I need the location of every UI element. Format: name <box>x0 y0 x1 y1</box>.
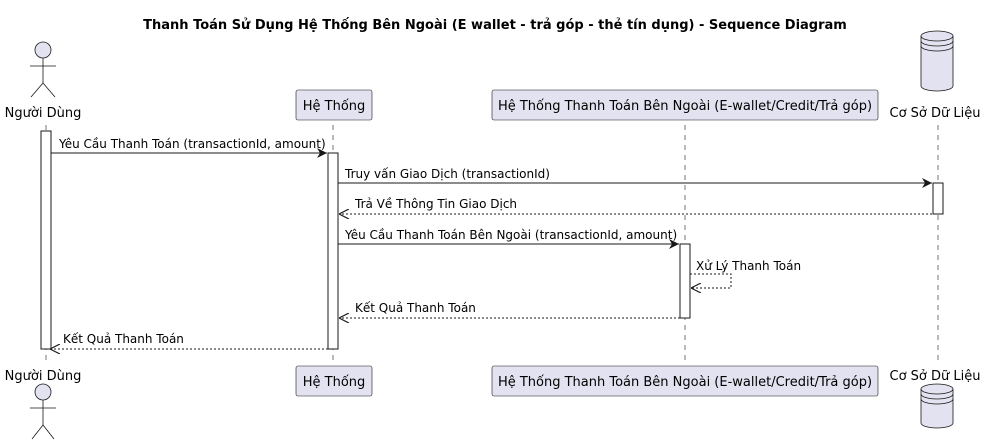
participant-label-system-bottom: Hệ Thống <box>303 375 366 390</box>
activation-system <box>327 152 339 350</box>
participant-label-database-top: Cơ Sở Dữ Liệu <box>890 106 981 121</box>
activation-external <box>679 243 691 319</box>
message-label-5: Xử Lý Thanh Toán <box>696 259 801 273</box>
message-arrow-5-self <box>690 273 732 288</box>
sequence-diagram: Thanh Toán Sử Dụng Hệ Thống Bên Ngoài (E… <box>0 0 988 447</box>
database-icon <box>920 30 954 92</box>
message-label-2: Truy vấn Giao Dịch (transactionId) <box>344 167 550 181</box>
actor-icon <box>30 383 56 440</box>
diagram-canvas: Thanh Toán Sử Dụng Hệ Thống Bên Ngoài (E… <box>5 18 981 440</box>
participant-label-system-top: Hệ Thống <box>303 99 366 114</box>
participant-label-user-top: Người Dùng <box>5 106 82 121</box>
activation-user <box>40 130 52 350</box>
database-icon <box>920 383 954 429</box>
participant-label-database-bottom: Cơ Sở Dữ Liệu <box>890 369 981 384</box>
participant-label-external-top: Hệ Thống Thanh Toán Bên Ngoài (E-wallet/… <box>498 99 872 114</box>
message-label-1: Yêu Cầu Thanh Toán (transactionId, amoun… <box>58 137 326 151</box>
activation-database <box>932 182 944 215</box>
diagram-title: Thanh Toán Sử Dụng Hệ Thống Bên Ngoài (E… <box>143 18 847 33</box>
message-label-7: Kết Quả Thanh Toán <box>63 332 184 346</box>
participant-label-user-bottom: Người Dùng <box>5 369 82 384</box>
participant-label-external-bottom: Hệ Thống Thanh Toán Bên Ngoài (E-wallet/… <box>498 375 872 390</box>
message-label-4: Yêu Cầu Thanh Toán Bên Ngoài (transactio… <box>344 228 677 242</box>
message-label-3: Trả Về Thông Tin Giao Dịch <box>354 197 517 211</box>
message-label-6: Kết Quả Thanh Toán <box>355 301 476 315</box>
actor-icon <box>30 41 56 98</box>
